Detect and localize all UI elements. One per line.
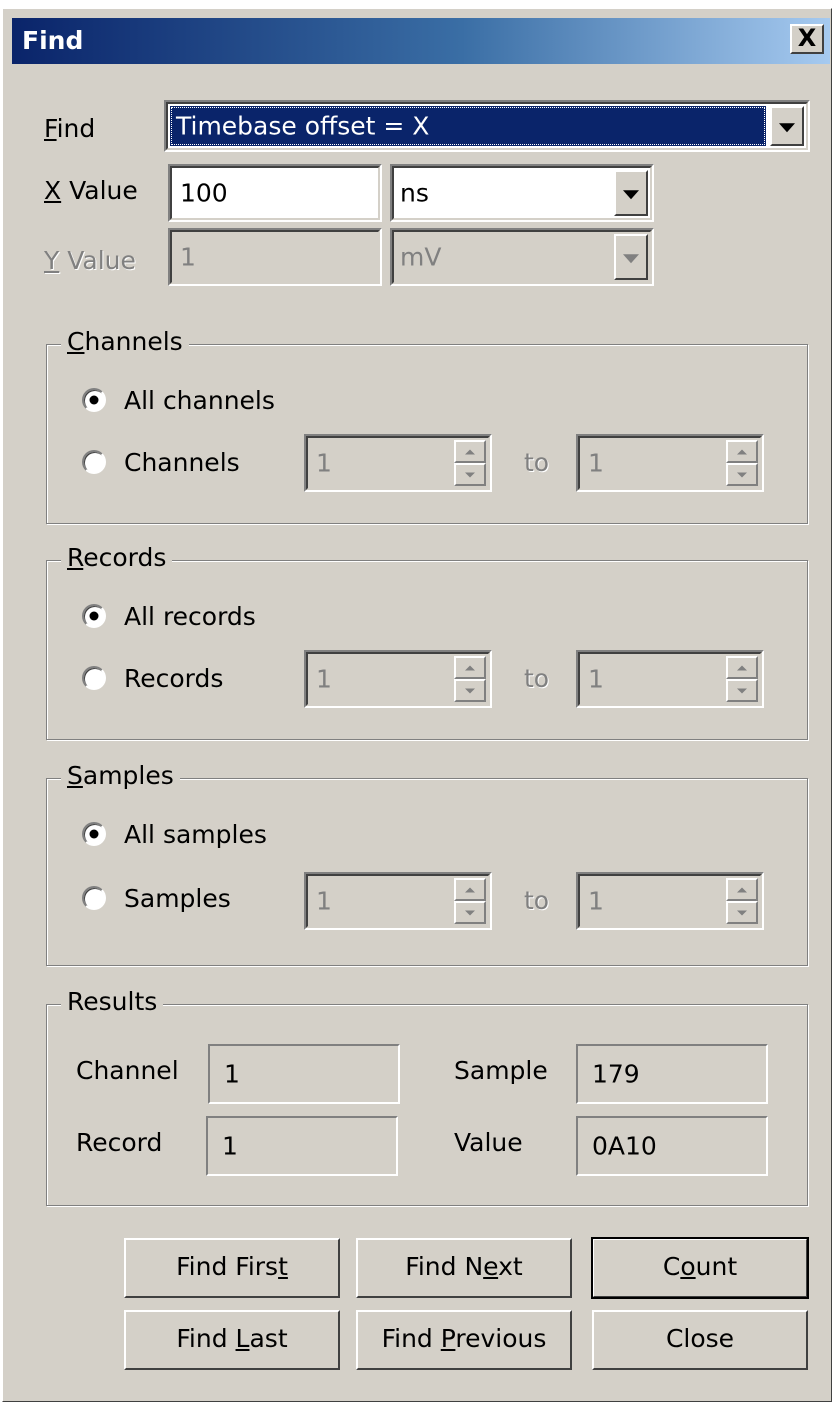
x-unit-value: ns [400, 178, 429, 208]
channels-to-label: to [524, 448, 550, 477]
spin-up-icon[interactable] [726, 440, 758, 463]
chevron-down-icon[interactable] [614, 234, 648, 280]
all-records-label[interactable]: All records [124, 602, 256, 631]
close-icon: X [797, 24, 817, 52]
title-bar[interactable]: Find X [12, 18, 830, 64]
result-channel-value: 1 [224, 1059, 240, 1089]
all-records-radio[interactable] [82, 604, 106, 628]
all-samples-radio[interactable] [82, 822, 106, 846]
find-next-button[interactable]: Find Next [356, 1238, 572, 1298]
result-sample-field: 179 [576, 1044, 768, 1104]
x-unit-combobox[interactable]: ns [390, 164, 654, 222]
channels-range-label[interactable]: Channels [124, 448, 240, 477]
chevron-down-icon[interactable] [614, 170, 648, 216]
x-value-label: X Value [44, 176, 138, 205]
close-button[interactable]: Close [592, 1310, 808, 1370]
samples-group-title: Samples [61, 761, 180, 790]
result-channel-field: 1 [208, 1044, 400, 1104]
find-criteria-combobox[interactable]: Timebase offset = X [164, 100, 810, 152]
result-value-field: 0A10 [576, 1116, 768, 1176]
find-label: Find [44, 114, 96, 143]
close-window-button[interactable]: X [790, 24, 824, 54]
result-value-value: 0A10 [592, 1131, 657, 1161]
spin-down-icon[interactable] [726, 679, 758, 702]
records-from-value: 1 [316, 664, 332, 694]
spin-down-icon[interactable] [454, 463, 486, 486]
spin-up-icon[interactable] [726, 656, 758, 679]
result-record-field: 1 [206, 1116, 398, 1176]
x-value-text: 100 [180, 178, 228, 208]
channels-from-stepper[interactable]: 1 [304, 434, 492, 492]
samples-from-value: 1 [316, 886, 332, 916]
spin-down-icon[interactable] [454, 679, 486, 702]
chevron-down-icon[interactable] [770, 106, 804, 146]
channels-range-radio[interactable] [82, 450, 106, 474]
spin-up-icon[interactable] [726, 878, 758, 901]
y-value-input[interactable]: 1 [168, 228, 382, 286]
result-record-value: 1 [222, 1131, 238, 1161]
records-range-radio[interactable] [82, 666, 106, 690]
y-unit-combobox[interactable]: mV [390, 228, 654, 286]
find-first-button[interactable]: Find First [124, 1238, 340, 1298]
y-value-label: Y Value [44, 246, 136, 275]
find-previous-button[interactable]: Find Previous [356, 1310, 572, 1370]
spin-up-icon[interactable] [454, 440, 486, 463]
result-record-label: Record [76, 1128, 163, 1157]
result-sample-label: Sample [454, 1056, 548, 1085]
records-from-stepper[interactable]: 1 [304, 650, 492, 708]
samples-to-label: to [524, 886, 550, 915]
spin-up-icon[interactable] [454, 656, 486, 679]
samples-from-stepper[interactable]: 1 [304, 872, 492, 930]
records-to-stepper[interactable]: 1 [576, 650, 764, 708]
all-samples-label[interactable]: All samples [124, 820, 267, 849]
window-title: Find [22, 26, 84, 55]
channels-group-title: Channels [61, 327, 189, 356]
records-to-label: to [524, 664, 550, 693]
spin-down-icon[interactable] [726, 901, 758, 924]
samples-range-radio[interactable] [82, 886, 106, 910]
spin-up-icon[interactable] [454, 878, 486, 901]
result-sample-value: 179 [592, 1059, 640, 1089]
all-channels-radio[interactable] [82, 388, 106, 412]
result-channel-label: Channel [76, 1056, 179, 1085]
spin-down-icon[interactable] [454, 901, 486, 924]
spin-down-icon[interactable] [726, 463, 758, 486]
samples-range-label[interactable]: Samples [124, 884, 231, 913]
all-channels-label[interactable]: All channels [124, 386, 275, 415]
find-criteria-selected: Timebase offset = X [170, 106, 766, 146]
find-last-button[interactable]: Find Last [124, 1310, 340, 1370]
records-range-label[interactable]: Records [124, 664, 223, 693]
x-value-input[interactable]: 100 [168, 164, 382, 222]
channels-from-value: 1 [316, 448, 332, 478]
result-value-label: Value [454, 1128, 523, 1157]
count-button[interactable]: Count [591, 1237, 809, 1299]
y-unit-value: mV [400, 242, 442, 272]
channels-to-value: 1 [588, 448, 604, 478]
samples-to-value: 1 [588, 886, 604, 916]
records-to-value: 1 [588, 664, 604, 694]
y-value-text: 1 [180, 242, 196, 272]
samples-to-stepper[interactable]: 1 [576, 872, 764, 930]
results-group-title: Results [61, 987, 164, 1016]
records-group-title: Records [61, 543, 173, 572]
channels-to-stepper[interactable]: 1 [576, 434, 764, 492]
